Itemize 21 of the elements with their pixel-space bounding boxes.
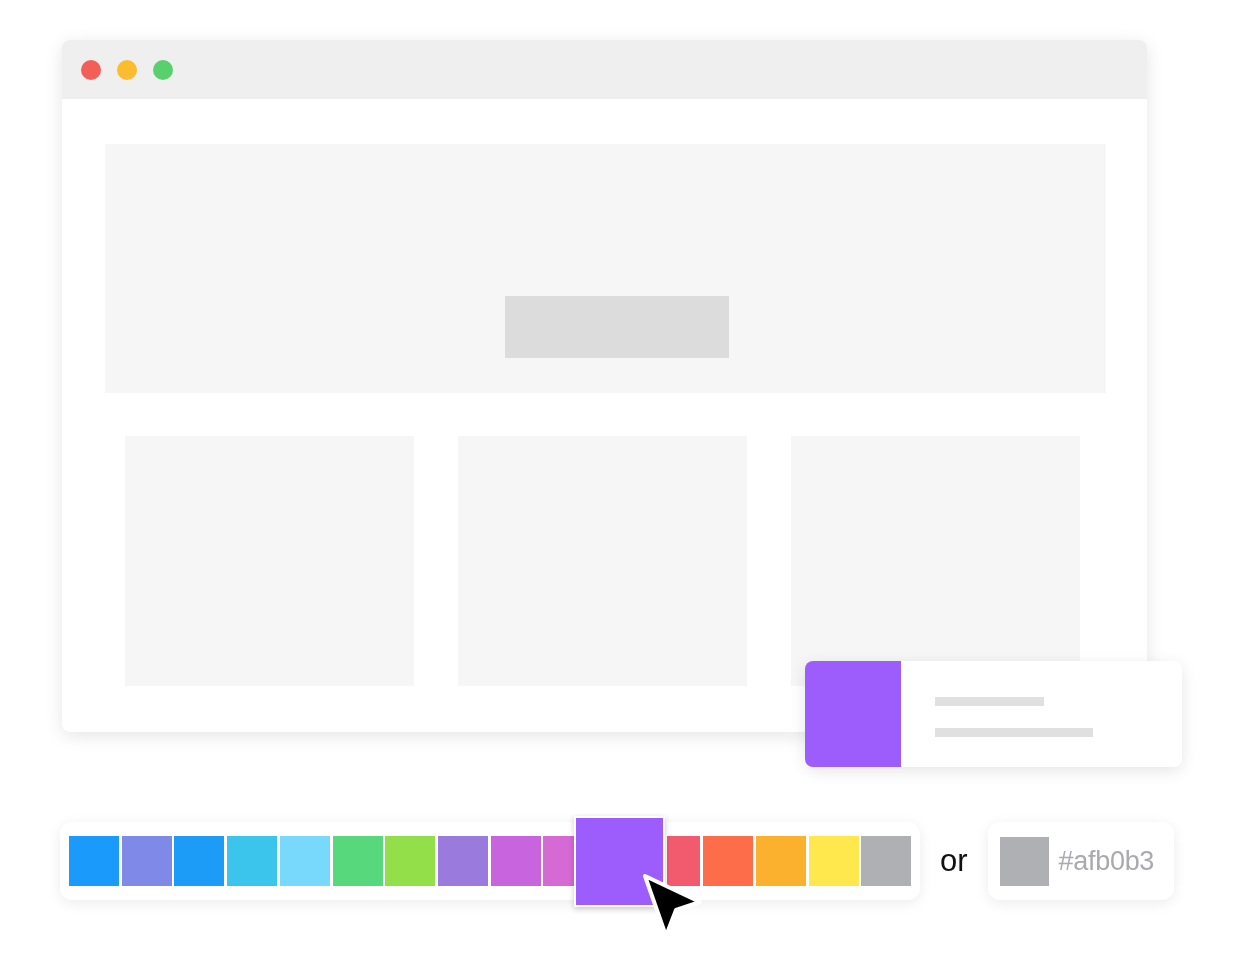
separator-text: or — [940, 843, 968, 879]
color-swatch[interactable] — [574, 815, 666, 907]
color-swatch[interactable] — [121, 836, 172, 886]
color-swatch[interactable] — [490, 836, 541, 886]
color-swatch[interactable] — [332, 836, 383, 886]
window-control[interactable] — [81, 59, 101, 80]
color-swatch[interactable] — [438, 836, 489, 886]
color-swatch[interactable] — [808, 836, 859, 886]
color-swatch[interactable] — [861, 836, 912, 886]
color-swatch[interactable] — [227, 836, 278, 886]
color-swatch[interactable] — [385, 836, 436, 886]
window-control[interactable] — [117, 59, 137, 80]
window-control[interactable] — [153, 59, 173, 80]
color-swatch[interactable] — [543, 836, 575, 886]
color-swatch[interactable] — [755, 836, 806, 886]
color-swatch[interactable] — [279, 836, 330, 886]
hex-field[interactable]: #afb0b3 — [987, 822, 1174, 900]
color-swatch[interactable] — [174, 836, 225, 886]
color-swatch[interactable] — [69, 836, 119, 886]
color-swatch[interactable] — [667, 836, 701, 886]
color-swatch[interactable] — [703, 836, 754, 886]
